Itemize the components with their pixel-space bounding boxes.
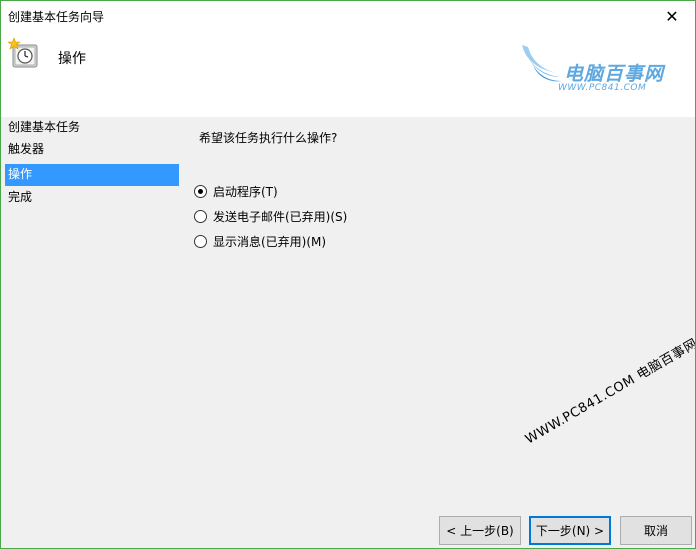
next-button[interactable]: 下一步(N) > — [529, 516, 611, 545]
wizard-window: 创建基本任务向导 ✕ 操作 电脑百事网 WWW.PC841.COM 创建基本任务… — [0, 0, 696, 549]
window-title: 创建基本任务向导 — [8, 10, 105, 24]
watermark: WWW.PC841.COM 电脑百事网 — [523, 336, 696, 448]
action-question: 希望该任务执行什么操作? — [199, 131, 338, 145]
step-trigger[interactable]: 触发器 — [5, 139, 179, 161]
back-button[interactable]: < 上一步(B) — [439, 516, 521, 545]
logo-url: WWW.PC841.COM — [558, 83, 647, 93]
option-label: 发送电子邮件(已弃用)(S) — [213, 209, 348, 224]
option-label: 显示消息(已弃用)(M) — [213, 234, 327, 249]
step-finish[interactable]: 完成 — [5, 187, 179, 209]
task-clock-icon — [7, 37, 40, 69]
radio-start-program[interactable] — [194, 184, 207, 198]
cancel-button[interactable]: 取消 — [620, 516, 692, 545]
step-create-basic-task[interactable]: 创建基本任务 — [5, 117, 179, 139]
logo-text: 电脑百事网 — [564, 63, 665, 85]
page-title: 操作 — [58, 51, 86, 67]
title-bar: 创建基本任务向导 ✕ — [1, 1, 695, 31]
site-logo: 电脑百事网 WWW.PC841.COM — [516, 39, 686, 99]
close-icon: ✕ — [665, 6, 679, 26]
option-display-message[interactable]: 显示消息(已弃用)(M) — [194, 231, 326, 251]
step-action[interactable]: 操作 — [5, 164, 179, 186]
radio-send-email[interactable] — [194, 209, 207, 223]
option-send-email[interactable]: 发送电子邮件(已弃用)(S) — [194, 206, 347, 226]
radio-display-message[interactable] — [194, 234, 207, 248]
wizard-header: 操作 电脑百事网 WWW.PC841.COM — [1, 31, 695, 117]
option-start-program[interactable]: 启动程序(T) — [194, 181, 278, 201]
close-button[interactable]: ✕ — [649, 1, 695, 31]
option-label: 启动程序(T) — [213, 184, 278, 199]
